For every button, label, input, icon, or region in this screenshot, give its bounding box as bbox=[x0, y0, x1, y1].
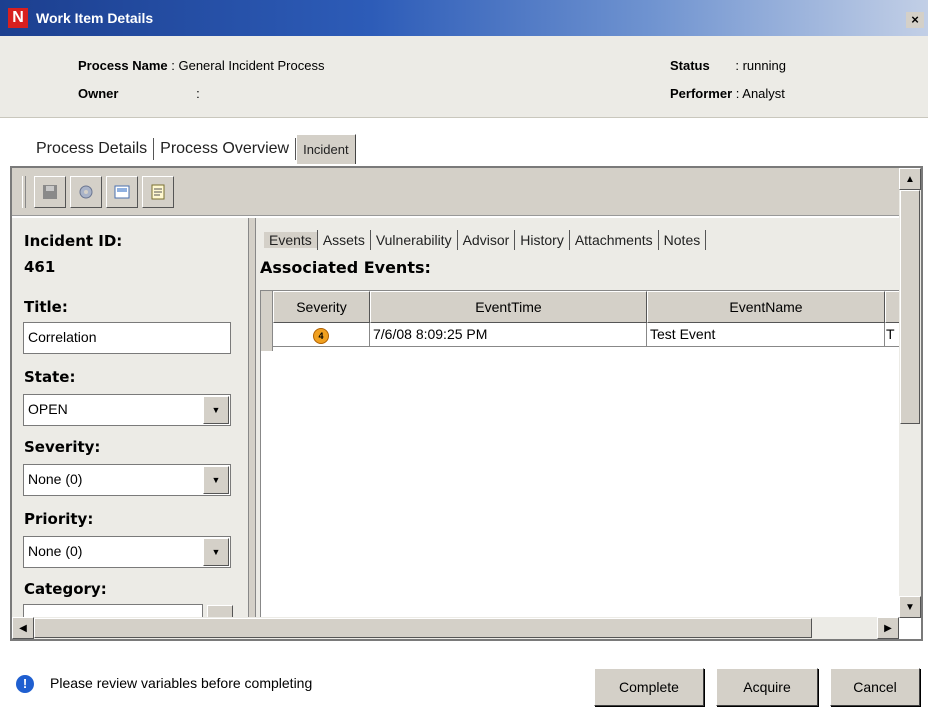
associated-events-heading: Associated Events: bbox=[260, 258, 431, 277]
incident-frame: Incident ID: 461 Title: Correlation Stat… bbox=[10, 166, 923, 641]
performer-row: Performer : Analyst bbox=[670, 86, 785, 101]
column-header-eventname[interactable]: EventName bbox=[647, 291, 885, 323]
chevron-down-icon[interactable]: ▼ bbox=[203, 538, 229, 566]
column-header-severity[interactable]: Severity bbox=[273, 291, 370, 323]
gear-icon[interactable] bbox=[70, 176, 102, 208]
complete-button[interactable]: Complete bbox=[594, 668, 704, 706]
footer: ! Please review variables before complet… bbox=[0, 655, 928, 715]
column-header-more[interactable] bbox=[885, 291, 899, 323]
toolbar bbox=[12, 168, 899, 216]
chevron-down-icon[interactable]: ▼ bbox=[203, 466, 229, 494]
tab-advisor[interactable]: Advisor bbox=[458, 232, 515, 248]
severity-select[interactable]: None (0) ▼ bbox=[23, 464, 231, 496]
vertical-scrollbar[interactable]: ▲ ▼ bbox=[899, 168, 921, 618]
tab-separator bbox=[705, 230, 707, 250]
events-table: Severity EventTime EventName 4 7/6/08 8:… bbox=[260, 290, 899, 619]
horizontal-scrollbar[interactable]: ◀ ▶ bbox=[12, 617, 899, 639]
title-bar: N Work Item Details × bbox=[0, 0, 928, 36]
vertical-scroll-thumb[interactable] bbox=[900, 190, 920, 424]
severity-label: Severity: bbox=[24, 438, 101, 456]
table-gutter[interactable] bbox=[261, 291, 273, 351]
tab-incident[interactable]: Incident bbox=[296, 134, 356, 164]
chevron-down-icon[interactable]: ▼ bbox=[203, 396, 229, 424]
app-logo-icon: N bbox=[8, 8, 28, 28]
severity-select-value: None (0) bbox=[28, 471, 83, 487]
process-name-row: Process Name : General Incident Process bbox=[78, 58, 324, 73]
priority-label: Priority: bbox=[24, 510, 94, 528]
panel-splitter[interactable] bbox=[248, 218, 256, 619]
owner-value: : bbox=[196, 86, 200, 101]
eventname-cell: Test Event bbox=[647, 323, 885, 347]
process-name-value: : General Incident Process bbox=[171, 58, 325, 73]
cancel-button[interactable]: Cancel bbox=[830, 668, 920, 706]
document-icon[interactable] bbox=[142, 176, 174, 208]
sub-tabs: Events Assets Vulnerability Advisor Hist… bbox=[264, 226, 707, 254]
tab-events[interactable]: Events bbox=[264, 232, 317, 248]
incident-fields-panel: Incident ID: 461 Title: Correlation Stat… bbox=[12, 218, 248, 619]
review-message: Please review variables before completin… bbox=[50, 675, 313, 691]
scroll-down-icon[interactable]: ▼ bbox=[899, 596, 921, 618]
save-icon[interactable] bbox=[34, 176, 66, 208]
incident-id-label: Incident ID: bbox=[24, 232, 123, 250]
tab-process-overview[interactable]: Process Overview bbox=[154, 140, 295, 158]
category-label: Category: bbox=[24, 580, 107, 598]
priority-select[interactable]: None (0) ▼ bbox=[23, 536, 231, 568]
process-name-label: Process Name bbox=[78, 58, 168, 73]
status-value: : running bbox=[735, 58, 786, 73]
performer-value: : Analyst bbox=[735, 86, 785, 101]
status-row: Status : running bbox=[670, 58, 786, 73]
performer-label: Performer bbox=[670, 86, 733, 101]
toolbar-grip[interactable] bbox=[22, 176, 26, 208]
scroll-left-icon[interactable]: ◀ bbox=[12, 617, 34, 639]
title-label: Title: bbox=[24, 298, 68, 316]
tab-vulnerability[interactable]: Vulnerability bbox=[371, 232, 457, 248]
column-header-eventtime[interactable]: EventTime bbox=[370, 291, 647, 323]
owner-row: Owner : bbox=[78, 86, 200, 101]
horizontal-scroll-thumb[interactable] bbox=[34, 618, 812, 638]
scroll-right-icon[interactable]: ▶ bbox=[877, 617, 899, 639]
state-select-value: OPEN bbox=[28, 401, 68, 417]
tab-process-details[interactable]: Process Details bbox=[30, 140, 153, 158]
incident-id-value: 461 bbox=[24, 258, 56, 276]
severity-cell: 4 bbox=[273, 323, 370, 347]
priority-select-value: None (0) bbox=[28, 543, 83, 559]
state-label: State: bbox=[24, 368, 76, 386]
status-label: Status bbox=[670, 58, 710, 73]
title-field[interactable]: Correlation bbox=[23, 322, 231, 354]
tab-assets[interactable]: Assets bbox=[318, 232, 370, 248]
extra-cell: T bbox=[885, 323, 899, 347]
tab-attachments[interactable]: Attachments bbox=[570, 232, 658, 248]
eventtime-cell: 7/6/08 8:09:25 PM bbox=[370, 323, 647, 347]
info-icon: ! bbox=[16, 675, 34, 693]
owner-label: Owner bbox=[78, 86, 119, 101]
tab-notes[interactable]: Notes bbox=[659, 232, 706, 248]
close-button[interactable]: × bbox=[906, 12, 924, 28]
card-icon[interactable] bbox=[106, 176, 138, 208]
tab-history[interactable]: History bbox=[515, 232, 569, 248]
process-header: Process Name : General Incident Process … bbox=[0, 36, 928, 118]
events-panel: Events Assets Vulnerability Advisor Hist… bbox=[256, 218, 899, 619]
severity-icon: 4 bbox=[313, 328, 329, 344]
scroll-up-icon[interactable]: ▲ bbox=[899, 168, 921, 190]
acquire-button[interactable]: Acquire bbox=[716, 668, 818, 706]
main-tabs: Process Details Process Overview Inciden… bbox=[30, 132, 356, 166]
window-title: Work Item Details bbox=[36, 10, 154, 26]
state-select[interactable]: OPEN ▼ bbox=[23, 394, 231, 426]
